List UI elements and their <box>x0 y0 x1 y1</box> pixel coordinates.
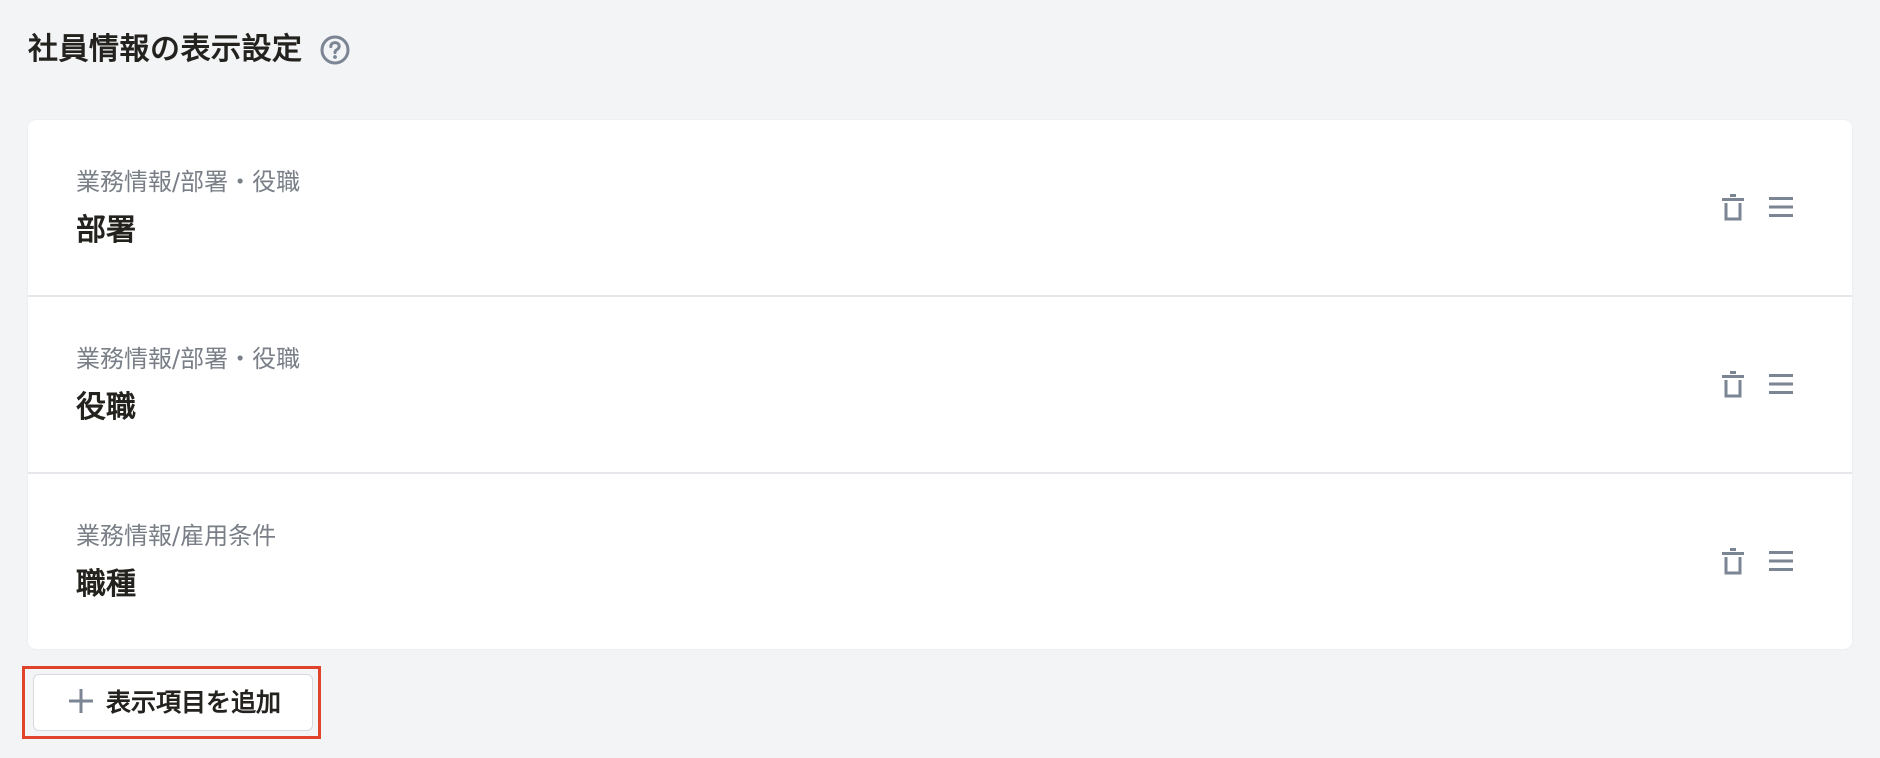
field-row[interactable]: 業務情報/雇用条件 職種 <box>28 474 1852 649</box>
field-category: 業務情報/部署・役職 <box>76 168 301 196</box>
row-actions <box>1718 546 1796 576</box>
display-field-list: 業務情報/部署・役職 部署 業務情報/部署・役職 役職 業務情報/雇用条件 職種 <box>28 120 1852 649</box>
field-name: 職種 <box>76 567 136 602</box>
field-category: 業務情報/部署・役職 <box>76 345 301 373</box>
drag-handle-icon[interactable] <box>1766 192 1796 222</box>
page-header: 社員情報の表示設定 <box>28 26 351 74</box>
plus-icon <box>68 688 94 718</box>
row-actions <box>1718 369 1796 399</box>
trash-icon[interactable] <box>1718 369 1748 399</box>
add-display-item-button[interactable]: 表示項目を追加 <box>33 674 313 731</box>
row-actions <box>1718 192 1796 222</box>
help-icon[interactable] <box>319 34 351 66</box>
drag-handle-icon[interactable] <box>1766 546 1796 576</box>
field-row[interactable]: 業務情報/部署・役職 部署 <box>28 120 1852 297</box>
field-row[interactable]: 業務情報/部署・役職 役職 <box>28 297 1852 474</box>
trash-icon[interactable] <box>1718 192 1748 222</box>
page-title: 社員情報の表示設定 <box>28 32 303 67</box>
field-category: 業務情報/雇用条件 <box>76 522 277 550</box>
add-button-highlight: 表示項目を追加 <box>22 666 321 739</box>
drag-handle-icon[interactable] <box>1766 369 1796 399</box>
add-button-label: 表示項目を追加 <box>106 688 282 717</box>
field-name: 部署 <box>76 213 136 248</box>
field-name: 役職 <box>76 390 136 425</box>
trash-icon[interactable] <box>1718 546 1748 576</box>
